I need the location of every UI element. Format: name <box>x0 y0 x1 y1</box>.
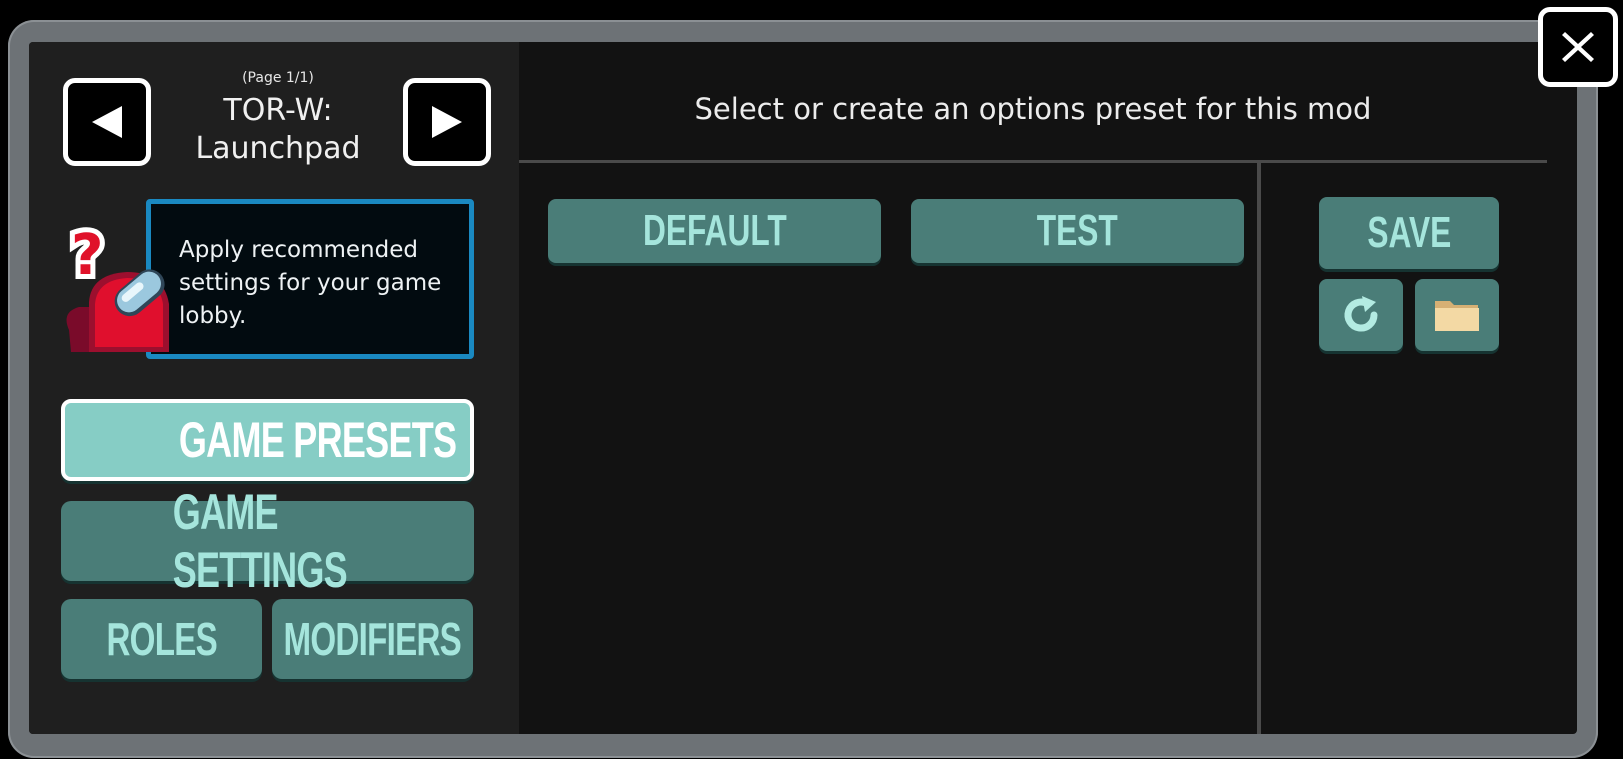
roles-label: ROLES <box>106 613 217 665</box>
preset-default-label: DEFAULT <box>642 206 787 255</box>
mod-title-line1: TOR-W: <box>223 93 333 128</box>
svg-text:?: ? <box>71 223 103 288</box>
header-divider <box>519 160 1547 163</box>
game-settings-label: GAME SETTINGS <box>172 484 348 598</box>
game-settings-button[interactable]: GAME SETTINGS <box>61 484 474 598</box>
game-presets-label: GAME PRESETS <box>178 412 457 468</box>
folder-icon <box>1435 301 1479 331</box>
reload-button[interactable] <box>1319 279 1403 351</box>
preset-default-button[interactable]: DEFAULT <box>548 199 881 263</box>
crewmate-question-icon: ? ? <box>66 218 169 352</box>
preset-test-label: TEST <box>1037 206 1118 255</box>
close-button[interactable] <box>1538 7 1618 87</box>
close-x-icon <box>1562 32 1594 62</box>
column-divider <box>1257 163 1261 734</box>
help-tooltip: Apply recommended settings for your game… <box>146 199 474 359</box>
next-page-button[interactable] <box>403 78 491 166</box>
left-triangle-icon <box>92 106 122 138</box>
previous-page-button[interactable] <box>63 78 151 166</box>
left-sidebar: (Page 1/1) TOR-W: Launchpad Apply recomm… <box>29 42 519 734</box>
game-presets-button[interactable]: GAME PRESETS <box>61 399 474 481</box>
reload-icon <box>1344 296 1378 332</box>
right-triangle-icon <box>432 106 462 138</box>
save-label: SAVE <box>1367 208 1451 257</box>
modifiers-label: MODIFIERS <box>283 613 462 665</box>
save-button[interactable]: SAVE <box>1319 197 1499 269</box>
help-text: Apply recommended settings for your game… <box>179 237 442 329</box>
options-panel: (Page 1/1) TOR-W: Launchpad Apply recomm… <box>29 42 1577 734</box>
roles-button[interactable]: ROLES <box>61 599 262 679</box>
folder-button[interactable] <box>1415 279 1499 351</box>
mod-title-line2: Launchpad <box>195 131 361 166</box>
page-indicator: (Page 1/1) <box>242 70 314 86</box>
mod-title: TOR-W: Launchpad <box>159 92 397 168</box>
page-header: Select or create an options preset for t… <box>694 92 1372 126</box>
preset-test-button[interactable]: TEST <box>911 199 1244 263</box>
modifiers-button[interactable]: MODIFIERS <box>272 599 473 679</box>
